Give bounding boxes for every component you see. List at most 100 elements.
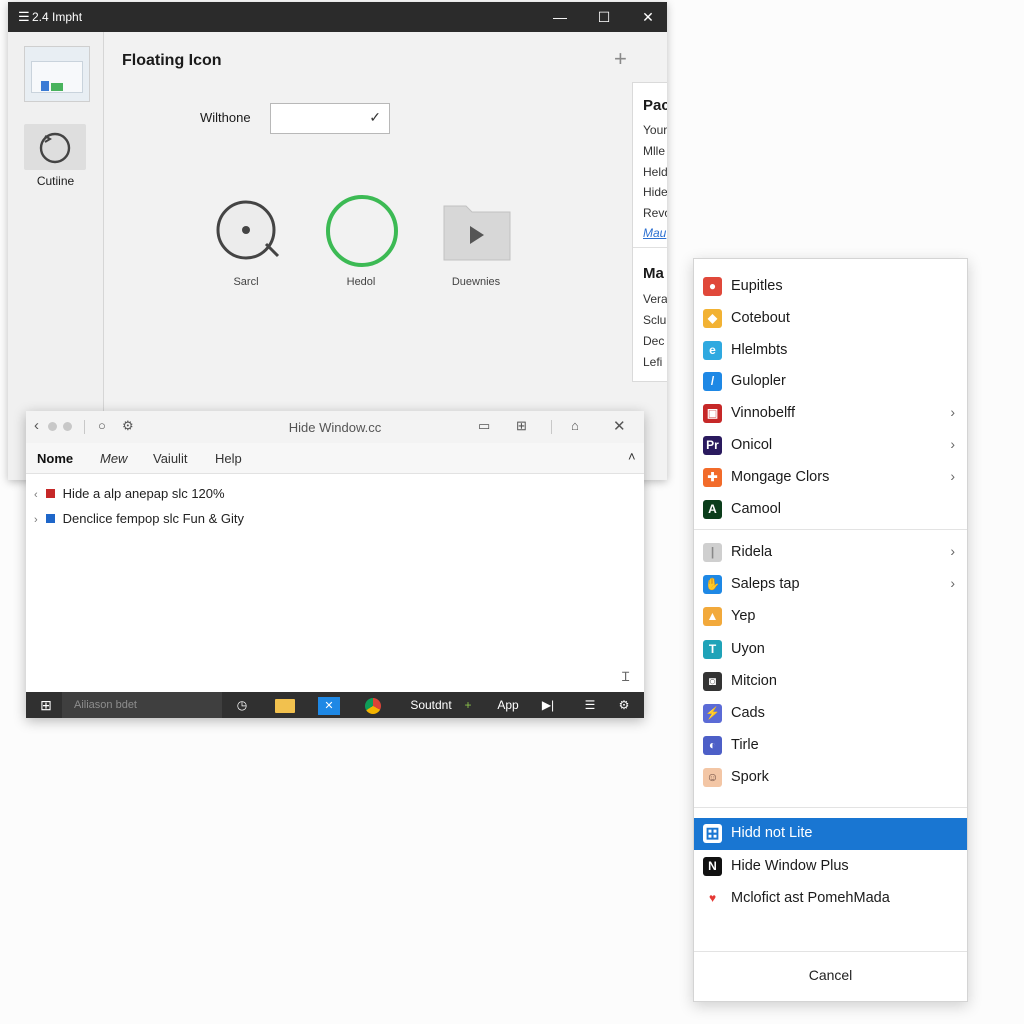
checkmark-icon: ✓	[369, 109, 381, 125]
pin-icon[interactable]: ⌂	[571, 418, 579, 433]
menu-vaiulit[interactable]: Vaiulit	[153, 451, 187, 466]
chrome-taskbar-icon[interactable]	[360, 692, 386, 718]
icon-label-sarcl: Sarcl	[233, 276, 259, 288]
menu-nome[interactable]: Nome	[37, 451, 73, 466]
scroll-grip-icon[interactable]: Ɪ	[622, 667, 629, 685]
menu-item-label: Tirle	[731, 737, 759, 754]
maximize-button[interactable]: ☐	[584, 6, 624, 28]
menu-item-mongage-clors[interactable]: ✚ Mongage Clors ›	[694, 462, 967, 494]
menu-item-yep[interactable]: ▲ Yep	[694, 601, 967, 633]
mic-icon: ◙	[703, 671, 722, 691]
panel-line: Mlle	[643, 144, 666, 158]
close-button[interactable]: ✕	[628, 6, 667, 28]
grid-icon[interactable]: ⊞	[516, 418, 527, 434]
add-button[interactable]: +	[614, 46, 627, 72]
app-yellow-icon: ◆	[703, 308, 722, 328]
taskbar-search[interactable]: Ailiason bdet	[62, 692, 222, 718]
t-icon: T	[703, 639, 722, 659]
menu-item-spork[interactable]: ☺ Spork	[694, 762, 967, 794]
tree-item[interactable]: ‹ Hide a alp anepap slc 120%	[34, 486, 225, 501]
menu-help[interactable]: Help	[215, 451, 242, 466]
menu-item-hide-window-plus[interactable]: N Hide Window Plus	[694, 851, 967, 883]
clock-icon[interactable]: ◷	[232, 692, 252, 718]
menu-item-tirle[interactable]: ◐ Tirle	[694, 730, 967, 762]
menu-item-label: Hidd not Lite	[731, 825, 813, 841]
menu-item-label: Hide Window Plus	[731, 857, 849, 874]
start-windows-icon[interactable]: ⊞	[36, 692, 56, 718]
submenu-chevron-icon: ›	[950, 543, 955, 559]
terminal-icon: A	[703, 499, 722, 519]
collapse-chevron-icon[interactable]: ˄	[628, 449, 636, 464]
green-ring-icon[interactable]	[325, 194, 403, 272]
menu-item-gulopler[interactable]: / Gulopler	[694, 366, 967, 398]
menu-item-cotebout[interactable]: ◆ Cotebout	[694, 303, 967, 335]
list-icon[interactable]: ☰	[578, 692, 602, 718]
menu-bar: Nome Mew Vaiulit Help ˄	[26, 443, 644, 474]
menu-item-label: Camool	[731, 500, 781, 517]
heart-icon: ♥	[703, 889, 722, 909]
app-crimson-icon: ▣	[703, 404, 722, 424]
vscode-taskbar-icon[interactable]: ✕	[316, 692, 342, 718]
cancel-button[interactable]: Cancel	[694, 967, 967, 983]
field-label: Wilthone	[200, 110, 251, 125]
menu-item-saleps-tap[interactable]: ✋ Saleps tap ›	[694, 569, 967, 601]
menu-item-label: Ridela	[731, 544, 773, 560]
wilthone-select[interactable]: ✓	[270, 103, 390, 134]
menu-separator	[694, 951, 967, 952]
window-titlebar[interactable]: ☰ 2.4 Impht — ☐ ✕	[8, 2, 667, 32]
windows-icon: ⊞	[703, 824, 722, 843]
hide-window-app: ‹ ○ ⚙ Hide Window.cc ▭ ⊞ ⌂ ✕ Nome Mew Va…	[26, 411, 644, 718]
panel-line: Revo	[643, 206, 667, 220]
video-folder-icon[interactable]	[442, 202, 512, 262]
expand-arrow-icon[interactable]: ‹	[34, 489, 38, 501]
plus-taskbar-icon[interactable]: +	[460, 692, 476, 718]
premiere-icon: Pr	[703, 436, 722, 455]
panel-link[interactable]: Mau	[643, 226, 666, 240]
screen-thumbnail[interactable]	[24, 46, 90, 102]
caption-icon[interactable]: ▭	[478, 418, 490, 434]
sound-label[interactable]: Soutdnt	[406, 692, 456, 718]
menu-item-eupitles[interactable]: ● Eupitles	[694, 271, 967, 303]
folder-taskbar-icon[interactable]	[272, 692, 298, 718]
menu-item-onicol[interactable]: Pr Onicol ›	[694, 430, 967, 462]
menu-item-label: Mclofict ast PomehMada	[731, 890, 890, 907]
menu-item-hlelmbts[interactable]: e Hlelmbts	[694, 335, 967, 367]
menu-mew[interactable]: Mew	[100, 451, 127, 466]
thumbnail-label: Cutiine	[36, 174, 75, 188]
panel-heading: Pac	[643, 97, 667, 114]
app-label[interactable]: App	[492, 692, 524, 718]
media-icon[interactable]: ▶|	[536, 692, 560, 718]
menu-item-label: Onicol	[731, 437, 773, 453]
search-lens-icon[interactable]	[214, 198, 284, 262]
menu-item-hidd-not-lite[interactable]: ⊞ Hidd not Lite	[694, 818, 967, 850]
menu-item-mitcion[interactable]: ◙ Mitcion	[694, 666, 967, 698]
panel-divider	[633, 247, 667, 248]
hamburger-menu-icon[interactable]: ☰	[18, 9, 30, 25]
app-gray-icon: |	[703, 543, 722, 562]
menu-item-cads[interactable]: ⚡ Cads	[694, 698, 967, 730]
menu-item-label: Vinnobelff	[731, 405, 795, 422]
tirle-icon: ◐	[703, 736, 722, 756]
refresh-circle-icon	[39, 132, 71, 164]
close-icon[interactable]: ✕	[613, 417, 626, 435]
panel-line: Dec	[643, 334, 665, 348]
menu-item-mclofict-ast-pomehmada[interactable]: ♥ Mclofict ast PomehMada	[694, 883, 967, 915]
window-titlebar[interactable]: ‹ ○ ⚙ Hide Window.cc ▭ ⊞ ⌂ ✕	[26, 411, 644, 443]
expand-arrow-icon[interactable]: ›	[34, 514, 38, 526]
menu-item-uyon[interactable]: T Uyon	[694, 634, 967, 666]
menu-separator	[694, 807, 967, 808]
menu-item-camool[interactable]: A Camool	[694, 494, 967, 526]
minimize-button[interactable]: —	[540, 6, 580, 28]
app-amber-icon: ▲	[703, 607, 722, 627]
cads-icon: ⚡	[703, 704, 722, 723]
thumbnail-block-blue	[41, 81, 49, 91]
cutiine-thumbnail[interactable]	[24, 124, 86, 170]
pen-icon: /	[703, 372, 722, 392]
menu-item-label: Hlelmbts	[731, 341, 788, 358]
menu-item-label: Saleps tap	[731, 576, 800, 593]
tree-item[interactable]: › Denclice fempop slc Fun & Gity	[34, 511, 244, 526]
menu-item-ridela[interactable]: | Ridela ›	[694, 537, 967, 569]
gear-icon[interactable]: ⚙	[612, 692, 636, 718]
menu-item-vinnobelff[interactable]: ▣ Vinnobelff ›	[694, 398, 967, 430]
app-red-icon: ●	[703, 277, 722, 296]
